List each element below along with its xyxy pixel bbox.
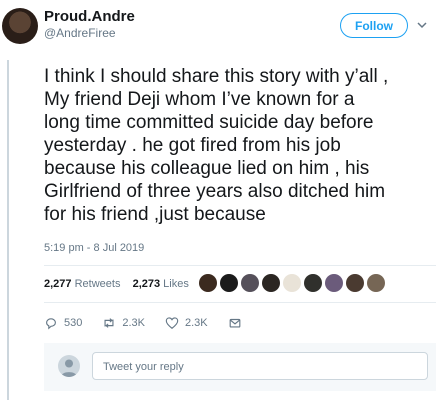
thread-line [7,60,9,400]
liker-avatar[interactable] [262,274,280,292]
liker-avatar[interactable] [367,274,385,292]
direct-message-icon [229,318,241,328]
like-label[interactable]: Likes [163,278,189,290]
tweet-line: I think I should share this story with y… [44,66,389,87]
like-action-count: 2.3K [185,317,208,329]
direct-message-button[interactable] [228,316,242,330]
reply-count: 530 [64,317,83,329]
like-icon [165,317,179,329]
author-info[interactable]: Proud.Andre @AndreFiree [44,8,135,40]
user-handle[interactable]: @AndreFiree [44,26,135,40]
default-avatar-icon [58,355,80,377]
retweet-action-count: 2.3K [122,317,145,329]
engagement-stats: 2,277 Retweets 2,273 Likes [44,278,189,290]
retweet-label[interactable]: Retweets [75,278,121,290]
avatar[interactable] [2,8,38,44]
liker-avatar[interactable] [199,274,217,292]
tweet-line: long time committed suicide day before [44,112,374,133]
reply-composer: Tweet your reply [44,343,436,391]
display-name[interactable]: Proud.Andre [44,8,135,26]
liker-avatar[interactable] [325,274,343,292]
tweet-line: for his friend ,just because [44,204,266,225]
reply-button[interactable]: 530 [44,316,82,330]
liker-avatar[interactable] [241,274,259,292]
retweet-button[interactable]: 2.3K [102,316,145,330]
tweet-line: because his colleague lied on him , his [44,158,370,179]
follow-button[interactable]: Follow [340,13,408,38]
liker-avatar[interactable] [346,274,364,292]
chevron-down-icon[interactable] [416,20,428,30]
tweet-actions: 530 2.3K 2.3K [44,316,262,330]
tweet-text: I think I should share this story with y… [44,65,434,226]
reply-input[interactable]: Tweet your reply [92,352,428,380]
divider [44,302,436,303]
like-button[interactable]: 2.3K [165,316,208,330]
liker-avatar[interactable] [220,274,238,292]
retweet-icon [104,318,114,328]
divider [44,265,436,266]
tweet-timestamp[interactable]: 5:19 pm - 8 Jul 2019 [44,242,144,254]
like-count[interactable]: 2,273 [133,278,161,290]
liker-avatars [199,274,385,292]
reply-icon [46,318,56,330]
liker-avatar[interactable] [283,274,301,292]
liker-avatar[interactable] [304,274,322,292]
tweet-line: yesterday . he got fired from his job [44,135,341,156]
retweet-count[interactable]: 2,277 [44,278,72,290]
tweet-line: My friend Deji whom I’ve known for a [44,89,355,110]
tweet-line: Girlfriend of three years also ditched h… [44,181,386,202]
